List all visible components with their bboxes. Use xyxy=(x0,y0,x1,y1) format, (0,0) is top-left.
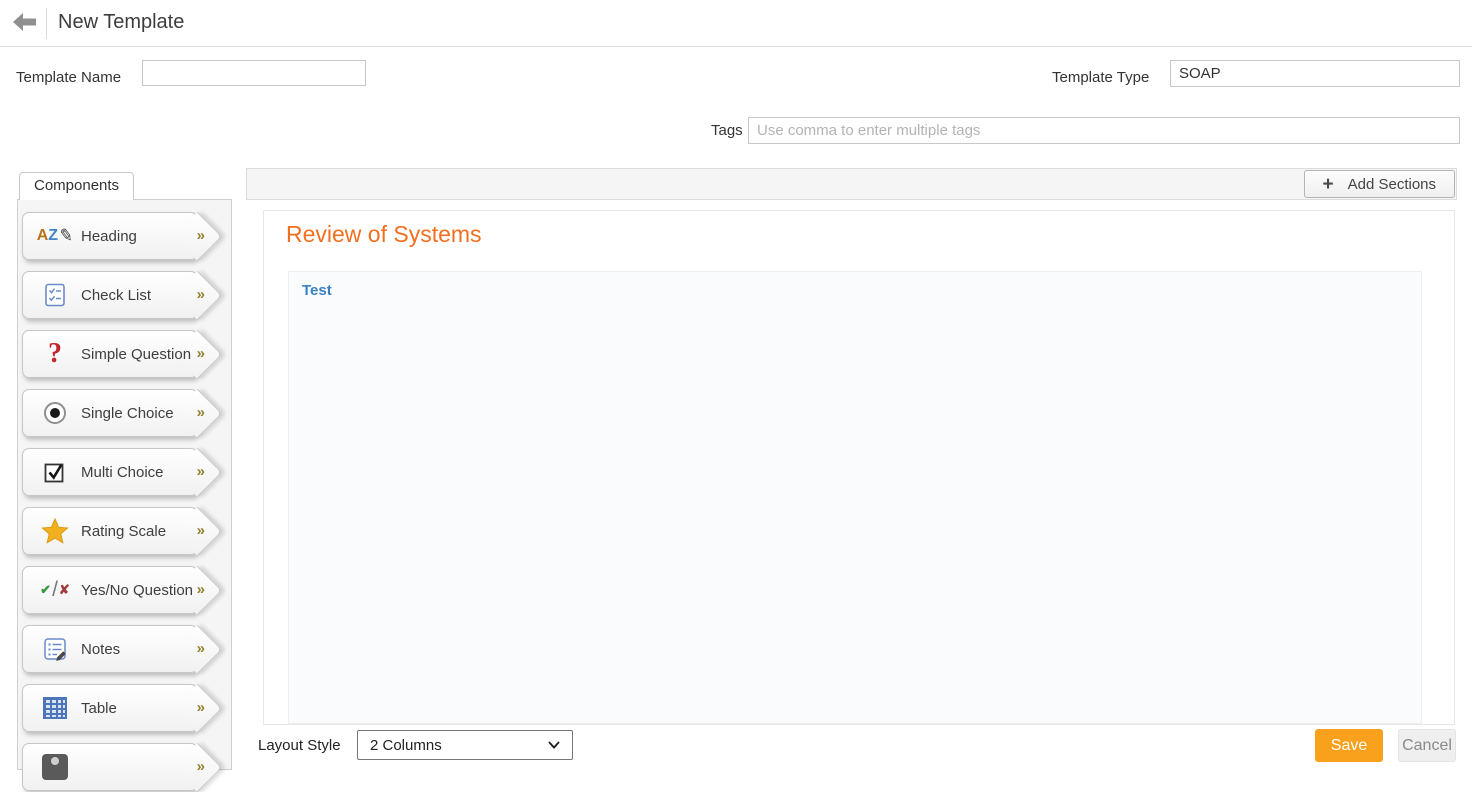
drag-chevron-icon: » xyxy=(197,404,204,421)
drag-chevron-icon: » xyxy=(197,758,204,775)
components-panel: AZ✎ Heading » Check List » xyxy=(17,199,232,770)
component-label: Rating Scale xyxy=(81,523,166,540)
layout-style-label: Layout Style xyxy=(258,737,341,754)
section-card: Review of Systems Test xyxy=(263,210,1455,725)
component-label: Single Choice xyxy=(81,405,174,422)
drag-chevron-icon: » xyxy=(197,640,204,657)
yes-no-icon: ✔/✘ xyxy=(33,578,77,602)
component-label: Multi Choice xyxy=(81,464,164,481)
drag-chevron-icon: » xyxy=(197,286,204,303)
star-icon xyxy=(33,518,77,544)
component-item-check-list[interactable]: Check List » xyxy=(22,271,198,319)
template-type-label: Template Type xyxy=(1052,69,1149,86)
tags-label: Tags xyxy=(711,122,743,139)
layout-style-select[interactable]: 2 Columns xyxy=(357,730,573,760)
tab-components[interactable]: Components xyxy=(19,172,134,200)
heading-az-pencil-icon: AZ✎ xyxy=(33,226,77,246)
drag-chevron-icon: » xyxy=(197,227,204,244)
tags-input[interactable] xyxy=(748,117,1460,144)
drag-chevron-icon: » xyxy=(197,581,204,598)
component-label: Table xyxy=(81,700,117,717)
drag-chevron-icon: » xyxy=(197,522,204,539)
question-mark-icon: ? xyxy=(33,338,77,370)
component-item-rating-scale[interactable]: Rating Scale » xyxy=(22,507,198,555)
component-item-simple-question[interactable]: ? Simple Question » xyxy=(22,330,198,378)
add-sections-button[interactable]: + Add Sections xyxy=(1304,170,1456,198)
section-item-test[interactable]: Test xyxy=(302,282,332,299)
save-button[interactable]: Save xyxy=(1315,729,1383,762)
chevron-down-icon xyxy=(548,741,560,749)
component-item-multi-choice[interactable]: Multi Choice » xyxy=(22,448,198,496)
top-bar: New Template xyxy=(0,0,1472,47)
component-item-notes[interactable]: Notes » xyxy=(22,625,198,673)
back-arrow-icon xyxy=(13,13,37,31)
radio-button-icon xyxy=(33,402,77,424)
check-list-icon xyxy=(33,282,77,308)
component-label: Heading xyxy=(81,228,137,245)
component-item-single-choice[interactable]: Single Choice » xyxy=(22,389,198,437)
drag-chevron-icon: » xyxy=(197,463,204,480)
component-label: Simple Question xyxy=(81,346,191,363)
template-name-input[interactable] xyxy=(142,60,366,86)
back-button[interactable] xyxy=(13,13,39,33)
topbar-divider xyxy=(46,8,47,39)
component-label: Notes xyxy=(81,641,120,658)
drag-chevron-icon: » xyxy=(197,345,204,362)
components-sidebar: Components AZ✎ Heading » xyxy=(17,172,232,768)
section-body: Test xyxy=(288,271,1422,724)
page-title: New Template xyxy=(58,11,184,34)
plus-icon: + xyxy=(1323,175,1334,194)
table-grid-icon xyxy=(33,696,77,720)
component-item-partial[interactable]: » xyxy=(22,743,198,791)
component-item-table[interactable]: Table » xyxy=(22,684,198,732)
component-item-yes-no-question[interactable]: ✔/✘ Yes/No Question » xyxy=(22,566,198,614)
component-label: Yes/No Question xyxy=(81,582,193,599)
drag-chevron-icon: » xyxy=(197,699,204,716)
add-sections-label: Add Sections xyxy=(1348,176,1436,193)
checkbox-icon xyxy=(33,460,77,484)
notes-pencil-icon xyxy=(33,636,77,662)
builder-toolbar: + Add Sections xyxy=(246,168,1457,200)
component-item-heading[interactable]: AZ✎ Heading » xyxy=(22,212,198,260)
components-list: AZ✎ Heading » Check List » xyxy=(18,200,231,791)
template-name-label: Template Name xyxy=(16,69,121,86)
template-type-input[interactable] xyxy=(1170,60,1460,87)
component-label: Check List xyxy=(81,287,151,304)
layout-style-value: 2 Columns xyxy=(370,737,442,754)
image-icon xyxy=(33,754,77,780)
section-title[interactable]: Review of Systems xyxy=(286,221,482,248)
cancel-button[interactable]: Cancel xyxy=(1398,729,1456,762)
